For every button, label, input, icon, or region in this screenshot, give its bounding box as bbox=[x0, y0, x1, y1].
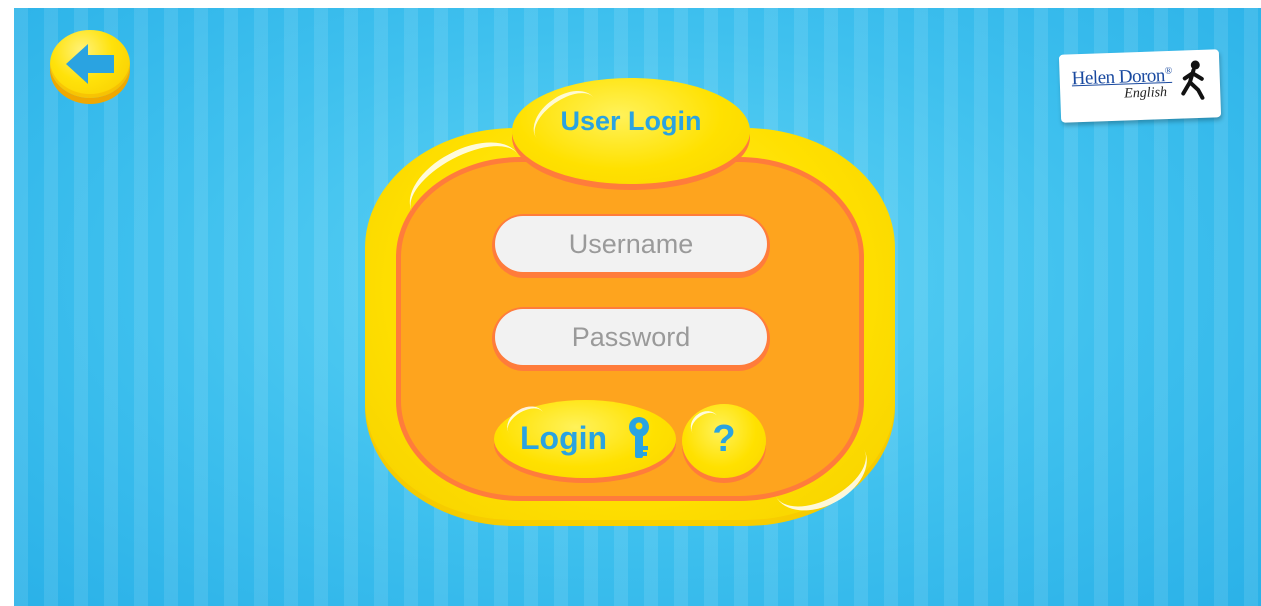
walking-figure-icon bbox=[1181, 60, 1205, 100]
login-button-label: Login bbox=[520, 420, 608, 456]
login-button[interactable]: Login bbox=[494, 399, 676, 478]
back-button[interactable] bbox=[50, 30, 130, 98]
username-input[interactable] bbox=[495, 216, 767, 272]
username-field-frame bbox=[492, 214, 770, 278]
password-input[interactable] bbox=[495, 309, 767, 365]
key-icon bbox=[629, 417, 649, 458]
help-button-label: ? bbox=[712, 418, 736, 460]
helen-doron-logo: Helen Doron® English bbox=[1058, 49, 1222, 123]
logo-sub-text: English bbox=[1124, 85, 1168, 102]
page-title: User Login bbox=[560, 106, 702, 136]
logo-trademark: ® bbox=[1164, 65, 1172, 77]
arrow-left-icon bbox=[66, 44, 114, 84]
help-button[interactable]: ? bbox=[682, 404, 766, 478]
password-field-frame bbox=[492, 307, 770, 371]
